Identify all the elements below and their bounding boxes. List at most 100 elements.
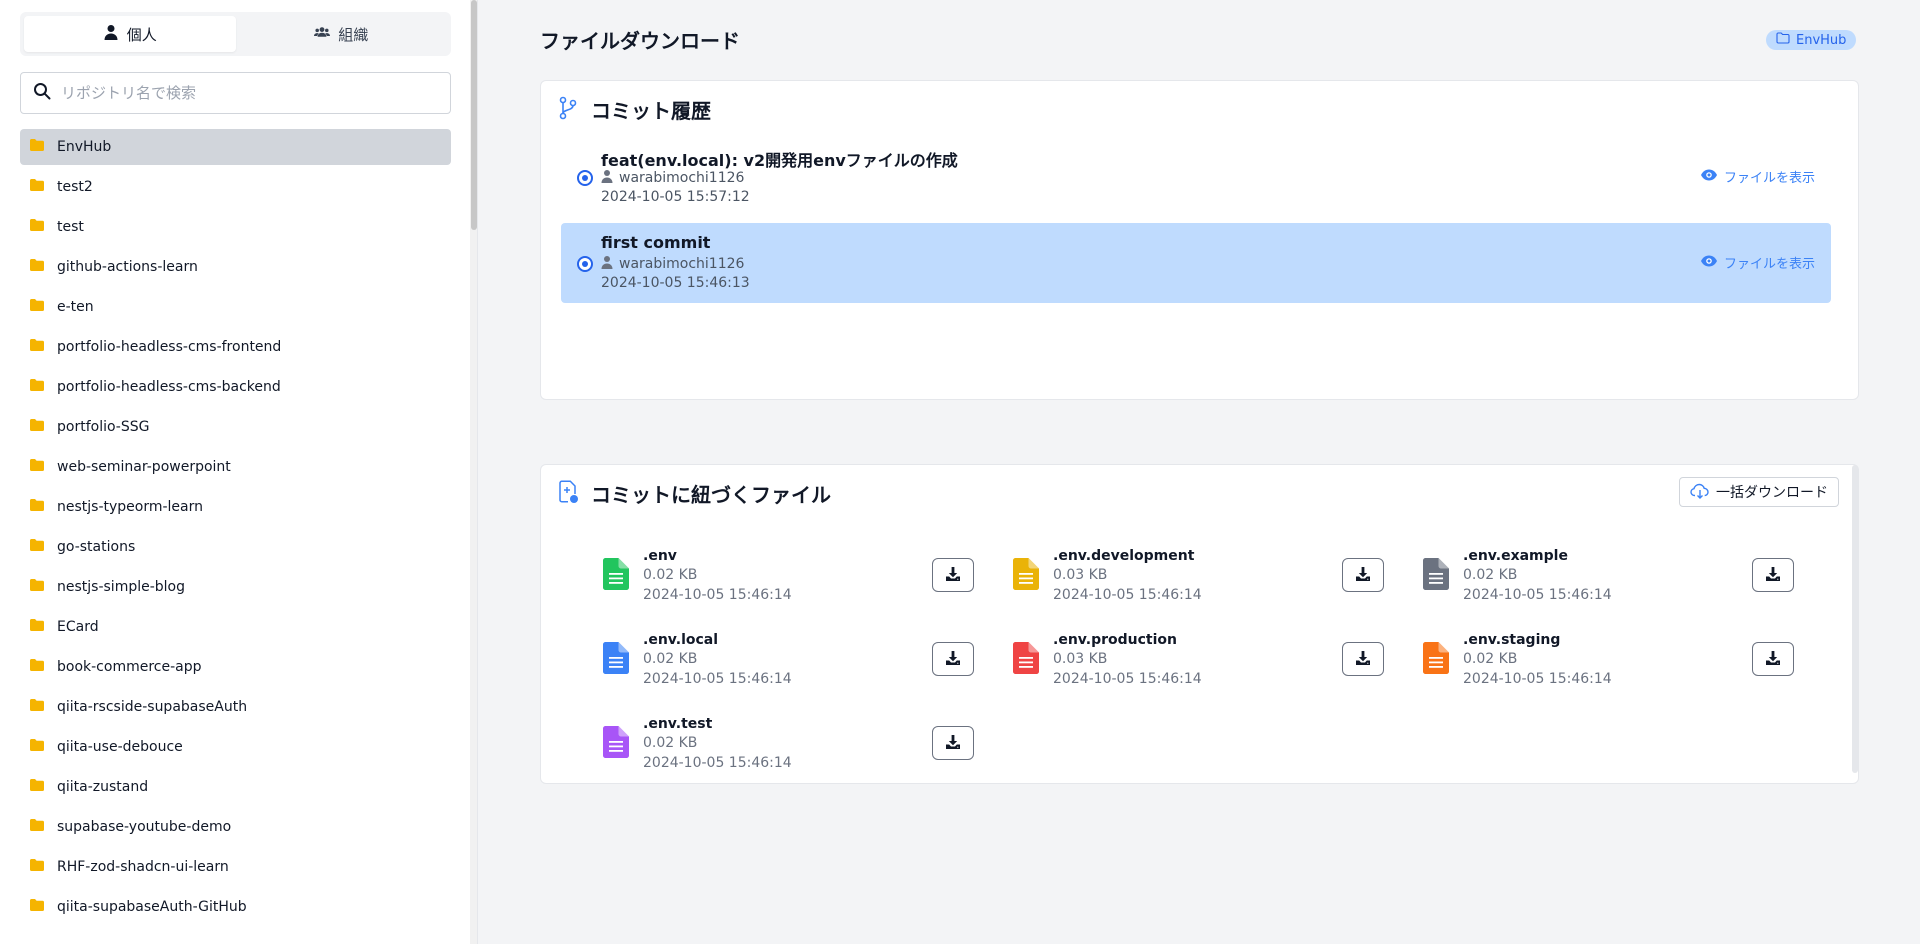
repo-item[interactable]: portfolio-headless-cms-frontend xyxy=(20,329,451,365)
commit-author-name: warabimochi1126 xyxy=(619,170,745,186)
repo-item-label: web-seminar-powerpoint xyxy=(57,459,231,475)
file-size: 0.02 KB xyxy=(643,735,698,751)
file-size: 0.02 KB xyxy=(643,651,698,667)
user-icon xyxy=(103,24,119,44)
download-icon xyxy=(1355,650,1371,669)
repo-item[interactable]: qiita-rscside-supabaseAuth xyxy=(20,689,451,725)
repo-item-label: supabase-youtube-demo xyxy=(57,819,232,835)
user-icon xyxy=(601,169,613,187)
search-input[interactable] xyxy=(61,84,438,102)
folder-icon xyxy=(29,618,45,636)
repo-item-label: qiita-zustand xyxy=(57,779,149,795)
file-icon xyxy=(603,642,629,674)
repo-item-label: github-actions-learn xyxy=(57,259,198,275)
repo-item[interactable]: EnvHub xyxy=(20,129,451,165)
tab-organization[interactable]: 組織 xyxy=(236,16,448,52)
repository-search xyxy=(20,72,451,114)
repo-item[interactable]: portfolio-SSG xyxy=(20,409,451,445)
commit-files-title: コミットに紐づくファイル xyxy=(591,483,831,507)
repo-item[interactable]: nestjs-simple-blog xyxy=(20,569,451,605)
repo-item-label: book-commerce-app xyxy=(57,659,202,675)
repo-item[interactable]: supabase-youtube-demo xyxy=(20,809,451,845)
repository-list: EnvHub test2 test github-actions-learn e-ten… xyxy=(20,129,451,929)
folder-icon xyxy=(29,818,45,836)
file-item: .env.local 0.02 KB 2024-10-05 15:46:14 xyxy=(603,628,1003,692)
sidebar-scrollbar-thumb[interactable] xyxy=(471,0,477,230)
file-icon xyxy=(1423,558,1449,590)
repo-item[interactable]: qiita-zustand xyxy=(20,769,451,805)
commit-date: 2024-10-05 15:46:13 xyxy=(601,275,750,291)
file-item: .env.production 0.03 KB 2024-10-05 15:46:1… xyxy=(1013,628,1413,692)
commit-history-title: コミット履歴 xyxy=(591,99,711,123)
file-name: .env.example xyxy=(1463,548,1568,564)
repo-item[interactable]: qiita-supabaseAuth-GitHub xyxy=(20,889,451,925)
file-name: .env.staging xyxy=(1463,632,1561,648)
bulk-download-label: 一括ダウンロード xyxy=(1716,484,1828,500)
file-icon xyxy=(1423,642,1449,674)
search-icon xyxy=(33,82,51,104)
repo-item-label: test2 xyxy=(57,179,93,195)
download-button[interactable] xyxy=(932,726,974,760)
repo-item-label: nestjs-simple-blog xyxy=(57,579,185,595)
file-name: .env.test xyxy=(643,716,713,732)
view-files-link[interactable]: ファイルを表示 xyxy=(1700,253,1815,272)
file-commit-icon xyxy=(557,479,579,508)
folder-icon xyxy=(29,338,45,356)
repo-item[interactable]: qiita-use-debouce xyxy=(20,729,451,765)
commit-item[interactable]: first commit warabimochi1126 2024-10-05 15… xyxy=(561,223,1831,303)
folder-icon xyxy=(29,258,45,276)
download-button[interactable] xyxy=(1752,558,1794,592)
download-button[interactable] xyxy=(1342,642,1384,676)
repo-item[interactable]: test2 xyxy=(20,169,451,205)
repo-item-label: nestjs-typeorm-learn xyxy=(57,499,204,515)
repo-item[interactable]: book-commerce-app xyxy=(20,649,451,685)
page-title: ファイルダウンロード xyxy=(540,29,740,53)
repo-item[interactable]: github-actions-learn xyxy=(20,249,451,285)
folder-icon xyxy=(29,578,45,596)
view-files-label: ファイルを表示 xyxy=(1723,257,1815,272)
tab-personal[interactable]: 個人 xyxy=(24,16,236,52)
repo-item[interactable]: go-stations xyxy=(20,529,451,565)
download-icon xyxy=(945,566,961,585)
eye-icon xyxy=(1700,254,1718,272)
main-content: ファイルダウンロード EnvHub コミット履歴 feat(env.local)… xyxy=(478,0,1920,944)
file-name: .env xyxy=(643,548,677,564)
repo-item[interactable]: e-ten xyxy=(20,289,451,325)
files-scrollbar[interactable] xyxy=(1852,465,1858,773)
repo-item[interactable]: test xyxy=(20,209,451,245)
sidebar-scrollbar[interactable] xyxy=(470,0,477,944)
download-button[interactable] xyxy=(932,642,974,676)
repo-item[interactable]: portfolio-headless-cms-backend xyxy=(20,369,451,405)
repo-item-label: RHF-zod-shadcn-ui-learn xyxy=(57,859,229,875)
file-icon xyxy=(603,558,629,590)
file-icon xyxy=(603,726,629,758)
commit-author: warabimochi1126 xyxy=(601,169,744,187)
commit-date: 2024-10-05 15:57:12 xyxy=(601,189,750,205)
repo-item-label: portfolio-headless-cms-backend xyxy=(57,379,281,395)
repo-item[interactable]: web-seminar-powerpoint xyxy=(20,449,451,485)
download-button[interactable] xyxy=(932,558,974,592)
view-files-link[interactable]: ファイルを表示 xyxy=(1700,167,1815,186)
repo-item[interactable]: nestjs-typeorm-learn xyxy=(20,489,451,525)
folder-icon xyxy=(29,418,45,436)
commit-message: feat(env.local): v2開発用envファイルの作成 xyxy=(601,151,958,170)
file-size: 0.02 KB xyxy=(1463,651,1518,667)
repo-item-label: portfolio-headless-cms-frontend xyxy=(57,339,282,355)
download-button[interactable] xyxy=(1342,558,1384,592)
bulk-download-button[interactable]: 一括ダウンロード xyxy=(1679,477,1839,507)
download-icon xyxy=(1765,566,1781,585)
repo-item-label: qiita-use-debouce xyxy=(57,739,183,755)
download-button[interactable] xyxy=(1752,642,1794,676)
folder-icon xyxy=(29,738,45,756)
repo-badge: EnvHub xyxy=(1766,30,1857,50)
repo-item[interactable]: ECard xyxy=(20,609,451,645)
commit-radio[interactable] xyxy=(577,170,593,186)
commit-item[interactable]: feat(env.local): v2開発用envファイルの作成 warabimo… xyxy=(561,137,1831,217)
folder-icon xyxy=(29,178,45,196)
commit-radio[interactable] xyxy=(577,256,593,272)
file-name: .env.local xyxy=(643,632,719,648)
cloud-download-icon xyxy=(1690,483,1710,502)
folder-icon xyxy=(29,898,45,916)
repo-item[interactable]: RHF-zod-shadcn-ui-learn xyxy=(20,849,451,885)
commit-author: warabimochi1126 xyxy=(601,255,744,273)
